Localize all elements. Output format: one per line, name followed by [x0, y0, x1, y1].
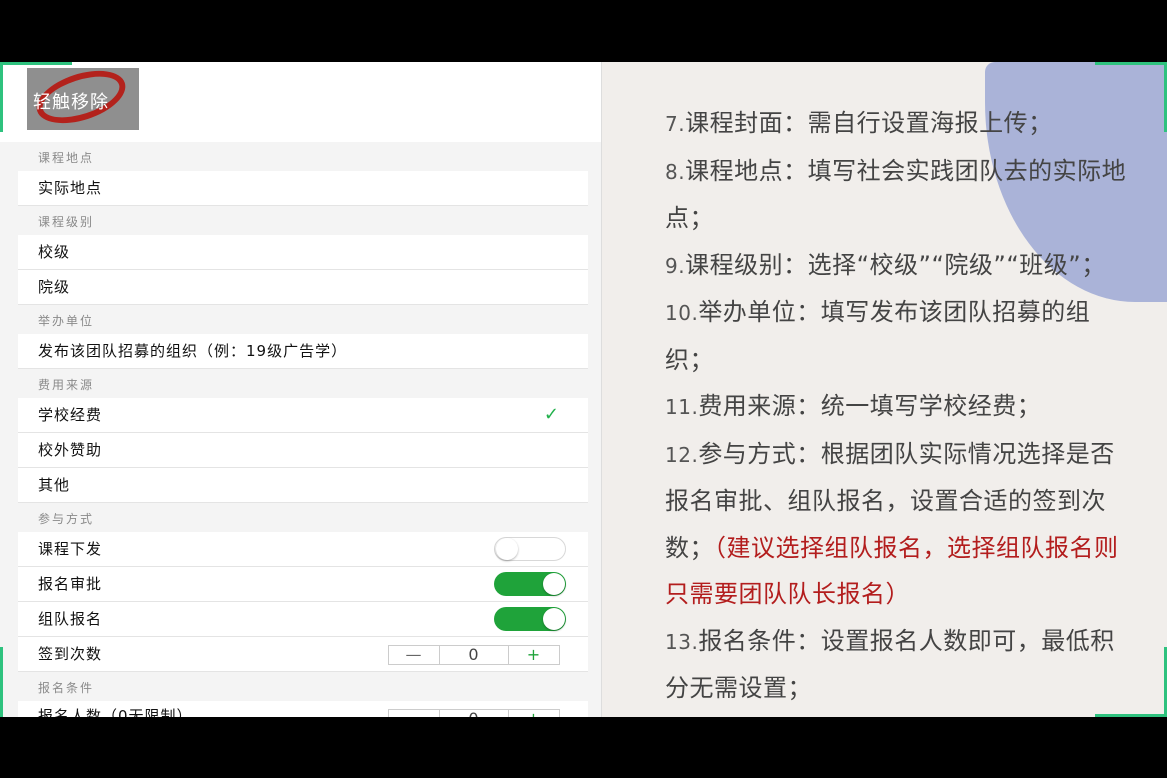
- funding-option-label: 其他: [38, 476, 71, 494]
- signup-count-label: 报名人数（0无限制）: [38, 707, 193, 717]
- note-text: 课程级别：选择“校级”“院级”“班级”；: [685, 250, 1106, 279]
- note-number: 12.: [665, 442, 699, 467]
- level-option-label: 院级: [38, 278, 71, 296]
- plus-button[interactable]: +: [508, 645, 560, 665]
- note-number: 9.: [665, 253, 686, 278]
- phone-screenshot: 轻触移除 课程地点 实际地点 课程级别 校级 院级 举办单位 发布该团队招募的组…: [0, 62, 602, 717]
- signup-approval-row: 报名审批: [18, 567, 588, 602]
- section-header-participation: 参与方式: [38, 512, 95, 526]
- team-signup-label: 组队报名: [38, 610, 103, 628]
- note-item-8: 8.课程地点：填写社会实践团队去的实际地点；: [665, 148, 1135, 242]
- logo-image: 轻触移除: [27, 68, 139, 130]
- section-header-conditions: 报名条件: [38, 681, 95, 695]
- minus-button[interactable]: —: [388, 709, 440, 717]
- minus-button[interactable]: —: [388, 645, 440, 665]
- signup-approval-label: 报名审批: [38, 575, 103, 593]
- note-item-7: 7.课程封面：需自行设置海报上传；: [665, 100, 1135, 148]
- corner-accent: [1095, 62, 1167, 65]
- corner-accent: [1095, 714, 1167, 717]
- checkin-count-label: 签到次数: [38, 645, 103, 663]
- checkin-count-value[interactable]: 0: [440, 645, 508, 665]
- level-option-label: 校级: [38, 243, 71, 261]
- note-item-10: 10.举办单位：填写发布该团队招募的组织；: [665, 289, 1135, 383]
- note-text: 费用来源：统一填写学校经费；: [698, 392, 1042, 420]
- team-signup-row: 组队报名: [18, 602, 588, 637]
- team-signup-toggle[interactable]: [494, 607, 566, 631]
- location-field[interactable]: 实际地点: [18, 171, 588, 206]
- toggle-knob: [543, 608, 565, 630]
- signup-count-stepper: — 0 +: [388, 709, 560, 717]
- section-header-level: 课程级别: [38, 215, 95, 229]
- checkin-count-row: 签到次数 — 0 +: [18, 637, 588, 672]
- note-item-9: 9.课程级别：选择“校级”“院级”“班级”；: [665, 242, 1135, 290]
- funding-option-label: 学校经费: [38, 406, 103, 424]
- course-dispatch-label: 课程下发: [38, 540, 103, 558]
- corner-accent: [0, 62, 72, 65]
- instruction-notes: 7.课程封面：需自行设置海报上传； 8.课程地点：填写社会实践团队去的实际地点；…: [665, 100, 1135, 712]
- level-option-college[interactable]: 院级: [18, 270, 588, 305]
- course-form: 课程地点 实际地点 课程级别 校级 院级 举办单位 发布该团队招募的组织（例：1…: [18, 142, 588, 717]
- note-text: 举办单位：填写发布该团队招募的组织；: [665, 298, 1091, 374]
- course-dispatch-row: 课程下发: [18, 532, 588, 567]
- note-number: 7.: [665, 112, 686, 136]
- section-header-funding: 费用来源: [38, 378, 95, 392]
- section-header-location: 课程地点: [38, 151, 95, 165]
- level-option-school[interactable]: 校级: [18, 235, 588, 270]
- note-text: 课程封面：需自行设置海报上传；: [685, 109, 1053, 137]
- plus-button[interactable]: +: [508, 709, 560, 717]
- note-number: 11.: [665, 395, 699, 419]
- checkin-count-stepper: — 0 +: [388, 645, 560, 665]
- note-item-12: 12.参与方式：根据团队实际情况选择是否报名审批、组队报名，设置合适的签到次数；…: [665, 431, 1135, 618]
- note-item-13: 13.报名条件：设置报名人数即可，最低积分无需设置；: [665, 618, 1135, 712]
- organizer-value: 发布该团队招募的组织（例：19级广告学）: [38, 342, 348, 360]
- funding-option-other[interactable]: 其他: [18, 468, 588, 503]
- slide: 轻触移除 课程地点 实际地点 课程级别 校级 院级 举办单位 发布该团队招募的组…: [0, 62, 1167, 717]
- logo-strip: 轻触移除: [0, 62, 601, 142]
- note-number: 8.: [665, 159, 686, 184]
- signup-count-row: 报名人数（0无限制） — 0 +: [18, 701, 588, 717]
- note-number: 10.: [665, 301, 699, 325]
- note-text: 课程地点：填写社会实践团队去的实际地点；: [665, 156, 1127, 233]
- funding-option-school[interactable]: 学校经费 ✓: [18, 398, 588, 433]
- corner-accent: [0, 647, 3, 717]
- note-text: 报名条件：设置报名人数即可，最低积分无需设置；: [665, 626, 1115, 703]
- corner-accent: [0, 62, 3, 132]
- signup-approval-toggle[interactable]: [494, 572, 566, 596]
- signup-count-value[interactable]: 0: [440, 709, 508, 717]
- toggle-knob: [543, 573, 565, 595]
- organizer-field[interactable]: 发布该团队招募的组织（例：19级广告学）: [18, 334, 588, 369]
- note-number: 13.: [665, 629, 699, 654]
- funding-option-sponsor[interactable]: 校外赞助: [18, 433, 588, 468]
- checkmark-icon: ✓: [543, 404, 560, 425]
- funding-option-label: 校外赞助: [38, 441, 103, 459]
- note-highlight: （建议选择组队报名，选择组队报名则只需要团队队长报名）: [665, 533, 1119, 609]
- course-dispatch-toggle[interactable]: [494, 537, 566, 561]
- toggle-knob: [496, 538, 518, 560]
- note-item-11: 11.费用来源：统一填写学校经费；: [665, 383, 1135, 431]
- section-header-organizer: 举办单位: [38, 314, 95, 328]
- location-value: 实际地点: [38, 179, 103, 197]
- logo-text: 轻触移除: [33, 92, 109, 113]
